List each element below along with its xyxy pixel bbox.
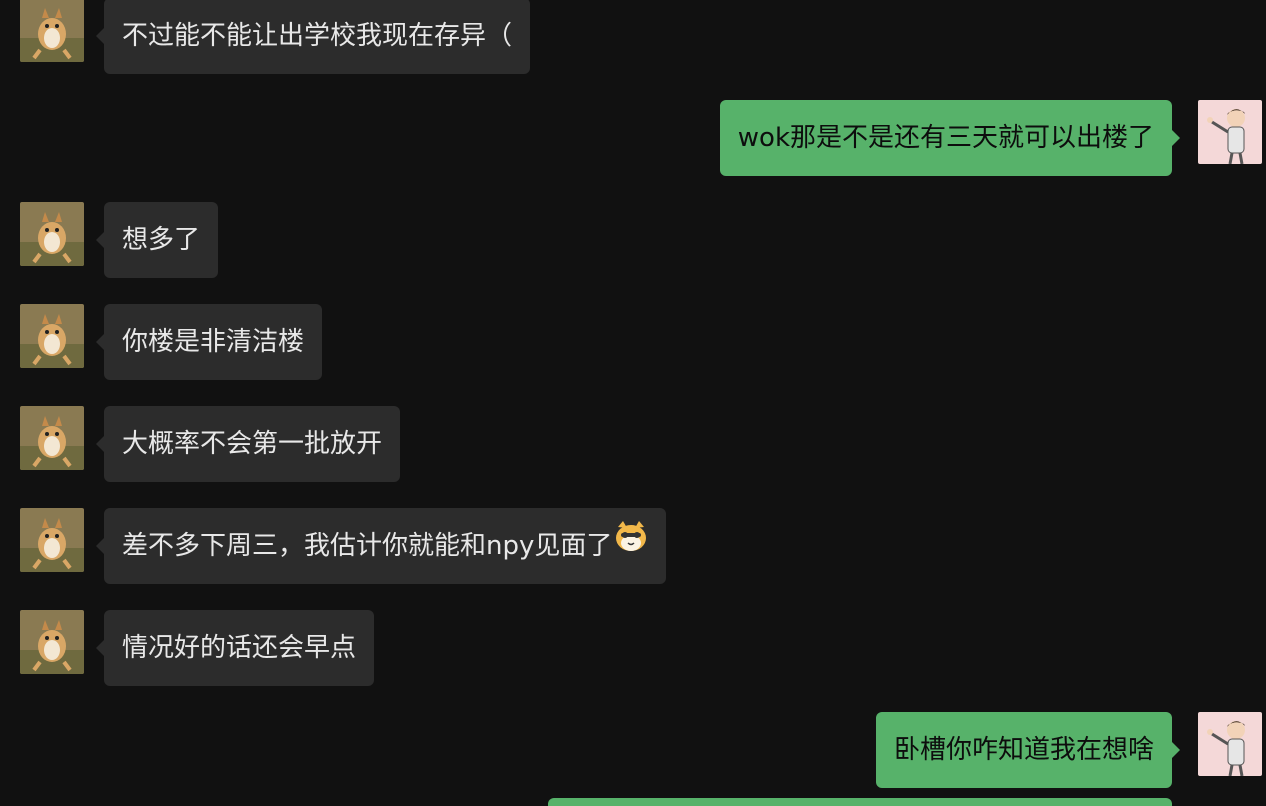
message-bubble[interactable]: 不过能不能让出学校我现在存异（ [95,0,531,74]
message-bubble[interactable]: 卧槽你咋知道我在想啥 [875,712,1181,788]
message-text: 你楼是非清洁楼 [122,327,305,357]
self-avatar[interactable] [1198,100,1262,164]
cat-face-emoji-icon [614,507,648,583]
message-text: 想多了 [122,225,201,255]
message-text: 不过能不能让出学校我现在存异（ [122,21,513,51]
message-bubble-partial[interactable] [548,798,1172,806]
contact-avatar[interactable] [20,304,84,368]
message-bubble[interactable]: 想多了 [95,202,219,278]
message-text: wok那是不是还有三天就可以出楼了 [737,123,1154,153]
message-bubble[interactable]: 你楼是非清洁楼 [95,304,323,380]
contact-avatar[interactable] [20,508,84,572]
contact-avatar[interactable] [20,202,84,266]
message-bubble[interactable]: 差不多下周三，我估计你就能和npy见面了 [95,507,667,584]
message-bubble[interactable]: wok那是不是还有三天就可以出楼了 [719,100,1181,176]
message-text: 情况好的话还会早点 [122,633,357,663]
contact-avatar[interactable] [20,0,84,62]
contact-avatar[interactable] [20,610,84,674]
message-text: 差不多下周三，我估计你就能和npy见面了 [122,531,613,561]
message-text: 大概率不会第一批放开 [122,429,383,459]
chat-window: 不过能不能让出学校我现在存异（ wok那是不是还有三天就可以出楼了 想多了 你楼… [0,0,1266,806]
message-text: 卧槽你咋知道我在想啥 [893,735,1154,765]
message-bubble[interactable]: 大概率不会第一批放开 [95,406,401,482]
self-avatar[interactable] [1198,712,1262,776]
message-bubble[interactable]: 情况好的话还会早点 [95,610,375,686]
contact-avatar[interactable] [20,406,84,470]
